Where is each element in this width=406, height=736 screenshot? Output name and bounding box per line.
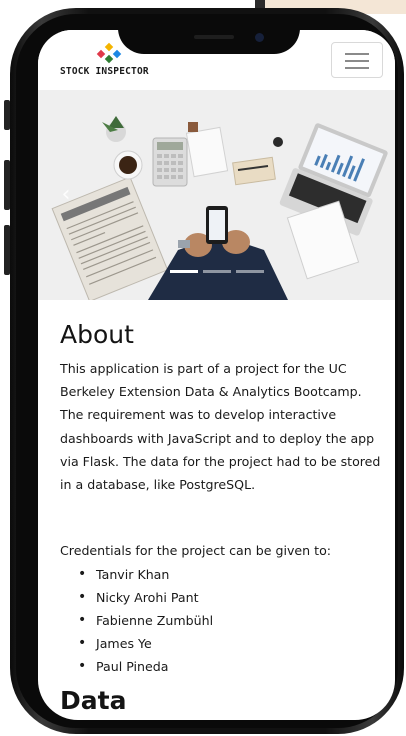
navbar-toggle-button[interactable] [331, 42, 383, 78]
mute-switch [4, 100, 10, 130]
phone-notch [118, 22, 300, 54]
carousel-indicator[interactable] [170, 270, 198, 273]
team-member-item: James Ye [78, 632, 385, 655]
hamburger-icon [345, 53, 369, 55]
screen: STOCK INSPECTOR ‹ About This application… [38, 30, 395, 720]
team-list: Tanvir KhanNicky Arohi PantFabienne Zumb… [60, 563, 385, 678]
team-member-item: Nicky Arohi Pant [78, 586, 385, 609]
data-heading: Data [60, 686, 127, 716]
volume-up-button [4, 160, 10, 210]
hamburger-icon-bar [345, 67, 369, 69]
carousel-slide-image [38, 90, 395, 300]
brand-name: STOCK INSPECTOR [60, 66, 149, 77]
carousel-indicator[interactable] [236, 270, 264, 273]
team-member-item: Fabienne Zumbühl [78, 609, 385, 632]
chevron-left-icon: ‹ [61, 182, 71, 207]
volume-down-button [4, 225, 10, 275]
carousel-indicators [170, 270, 270, 273]
main-content: About This application is part of a proj… [60, 320, 385, 715]
stock-inspector-logo-icon [96, 42, 122, 64]
hamburger-icon-bar [345, 60, 369, 62]
credentials-intro: Credentials for the project can be given… [60, 543, 332, 559]
team-member-item: Tanvir Khan [78, 563, 385, 586]
camera-icon [255, 33, 264, 42]
speaker-grille [194, 35, 234, 39]
about-heading: About [60, 320, 134, 349]
about-paragraph: This application is part of a project fo… [60, 361, 381, 493]
carousel-prev-button[interactable]: ‹ [56, 182, 76, 208]
carousel-indicator[interactable] [203, 270, 231, 273]
team-member-item: Paul Pineda [78, 655, 385, 678]
hero-carousel[interactable]: ‹ [38, 90, 395, 300]
